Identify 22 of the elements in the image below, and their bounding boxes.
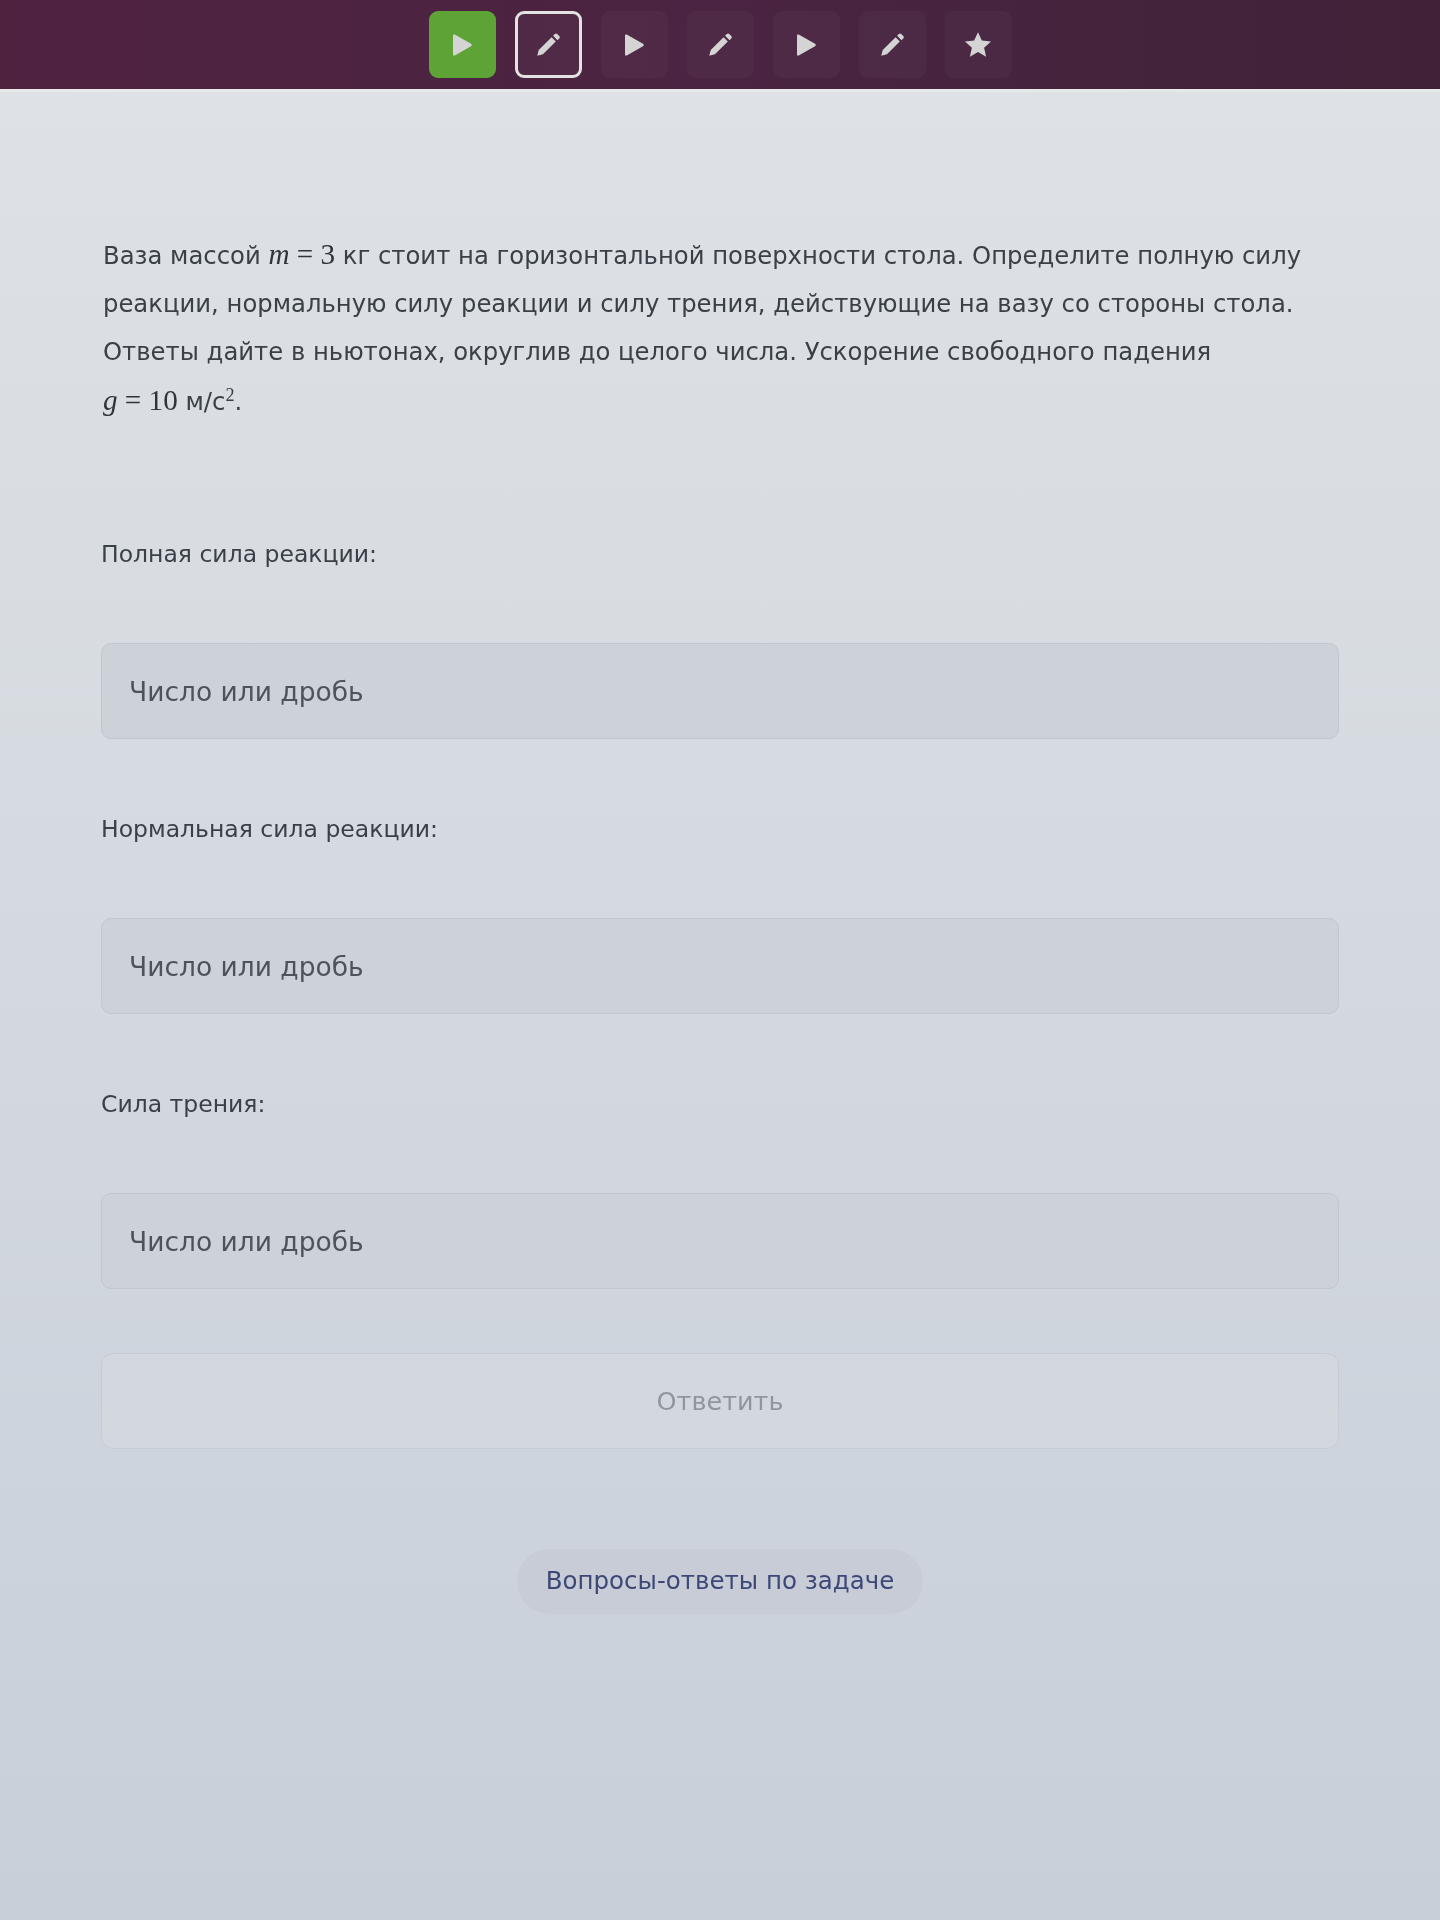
play-icon [624,33,644,56]
problem-text: Ваза массой m = 3 кг стоит на горизонтальной поверхности стола. Определите полную силу реакции, нормальную силу реакции и силу трения, действующие на вазу со стороны стола. Ответы дайте в ньютонах, округлив до целого числа. Ускорение свободного падения g = 10 м/с$^{2}$. [102,237,1303,418]
answer-field[interactable]: Число или дробь [101,918,1339,1014]
discussion-button[interactable]: Вопросы-ответы по задаче [516,1549,924,1614]
play-icon [452,33,472,56]
step-button[interactable] [428,11,496,78]
step-button[interactable] [600,11,668,78]
star-icon [965,32,991,57]
answer-label: Сила трения: [101,1089,267,1120]
answer-field[interactable]: Число или дробь [101,1193,1339,1289]
play-icon [796,33,816,56]
answer-label: Полная сила реакции: [101,539,378,570]
answer-label: Нормальная сила реакции: [101,814,439,845]
step-button[interactable] [944,11,1012,78]
step-button[interactable] [858,11,926,78]
answer-field[interactable]: Число или дробь [101,643,1339,739]
pencil-icon [880,33,904,56]
step-button[interactable] [514,11,582,78]
step-button[interactable] [772,11,840,78]
step-button[interactable] [686,11,754,78]
pencil-icon [708,33,732,56]
pencil-icon [536,33,560,56]
